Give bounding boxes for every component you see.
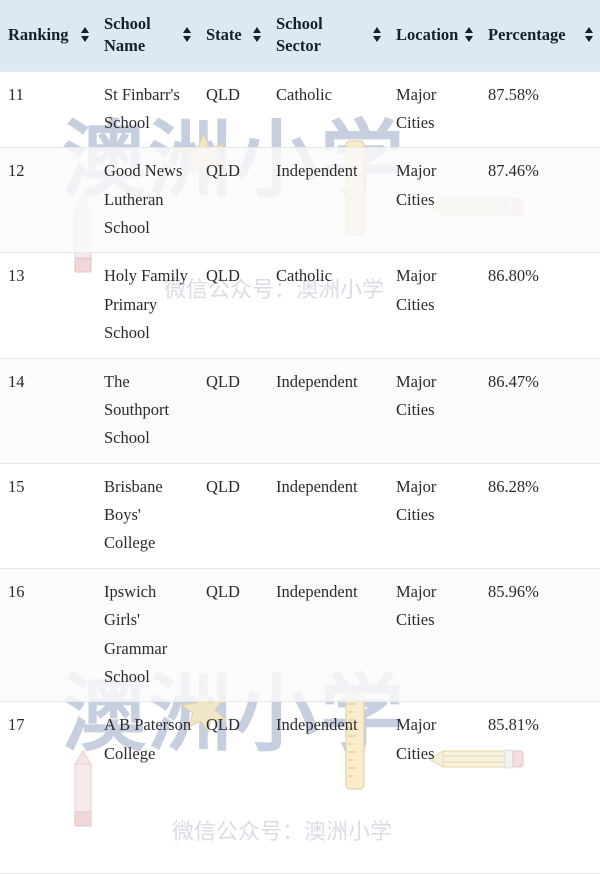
column-header-location-label: Location <box>396 25 459 45</box>
cell-ranking: 13 <box>0 252 96 358</box>
cell-school-name: Brisbane Boys' College <box>96 462 198 569</box>
column-header-percentage[interactable]: Percentage <box>480 0 600 71</box>
table-header-row: Ranking School Name State School Sector … <box>0 0 600 71</box>
cell-location: Major Cities <box>388 147 480 253</box>
cell-school-sector: Independent <box>268 701 388 778</box>
cell-location: Major Cities <box>388 462 480 569</box>
cell-ranking: 16 <box>0 567 96 702</box>
cell-state: QLD <box>198 147 268 253</box>
cell-percentage: 87.46% <box>480 147 600 253</box>
watermark-tagline-lower: 微信公众号：澳洲小学 <box>172 822 392 844</box>
cell-location: Major Cities <box>388 252 480 358</box>
cell-location: Major Cities <box>388 567 480 702</box>
column-header-ranking-label: Ranking <box>8 25 69 45</box>
cell-ranking: 15 <box>0 462 96 569</box>
table-row[interactable]: 16 Ipswich Girls' Grammar School QLD Indepe… <box>0 567 600 702</box>
sort-updown-icon[interactable] <box>465 26 474 43</box>
cell-state: QLD <box>198 357 268 464</box>
cell-school-sector: Independent <box>268 357 388 464</box>
table-row[interactable]: 15 Brisbane Boys' College QLD Independent Ma… <box>0 462 600 569</box>
sort-updown-icon[interactable] <box>183 26 192 43</box>
table-body: 11 St Finbarr's School QLD Catholic Major Ci… <box>0 70 600 778</box>
cell-percentage: 86.80% <box>480 252 600 358</box>
table-row[interactable]: 17 A B Paterson College QLD Independent Majo… <box>0 701 600 778</box>
cell-location: Major Cities <box>388 357 480 464</box>
column-header-state-label: State <box>206 25 242 45</box>
column-header-school-sector-label: School Sector <box>276 14 323 55</box>
sort-updown-icon[interactable] <box>585 26 594 43</box>
cell-school-name: A B Paterson College <box>96 701 198 778</box>
sort-updown-icon[interactable] <box>253 26 262 43</box>
cell-school-name: Good News Lutheran School <box>96 147 198 253</box>
cell-percentage: 86.47% <box>480 357 600 464</box>
cell-percentage: 85.81% <box>480 701 600 778</box>
table-header: Ranking School Name State School Sector … <box>0 0 600 71</box>
cell-percentage: 87.58% <box>480 70 600 148</box>
cell-percentage: 86.28% <box>480 462 600 569</box>
cell-location: Major Cities <box>388 701 480 778</box>
sort-updown-icon[interactable] <box>373 26 382 43</box>
cell-state: QLD <box>198 252 268 358</box>
table-row[interactable]: 12 Good News Lutheran School QLD Independen… <box>0 147 600 253</box>
cell-school-sector: Catholic <box>268 70 388 148</box>
cell-ranking: 14 <box>0 357 96 464</box>
table-row[interactable]: 11 St Finbarr's School QLD Catholic Major Ci… <box>0 70 600 148</box>
cell-ranking: 17 <box>0 701 96 778</box>
watermark-tagline-text-2: 微信公众号：澳洲小学 <box>172 820 393 845</box>
column-header-ranking[interactable]: Ranking <box>0 0 96 71</box>
school-ranking-table: Ranking School Name State School Sector … <box>0 0 600 778</box>
cell-school-name: St Finbarr's School <box>96 70 198 148</box>
column-header-school-name-label: School Name <box>104 14 151 55</box>
cell-school-name: The Southport School <box>96 357 198 464</box>
column-header-percentage-label: Percentage <box>488 25 566 45</box>
cell-percentage: 85.96% <box>480 567 600 702</box>
cell-state: QLD <box>198 567 268 702</box>
column-header-school-sector[interactable]: School Sector <box>268 0 388 71</box>
cell-state: QLD <box>198 70 268 148</box>
cell-state: QLD <box>198 701 268 778</box>
school-ranking-table-page: 澳洲小学 <box>0 0 600 874</box>
cell-school-sector: Independent <box>268 462 388 569</box>
cell-ranking: 12 <box>0 147 96 253</box>
table-row[interactable]: 14 The Southport School QLD Independent Majo… <box>0 357 600 464</box>
sort-updown-icon[interactable] <box>81 26 90 43</box>
cell-school-sector: Independent <box>268 147 388 253</box>
column-header-location[interactable]: Location <box>388 0 480 71</box>
table-row[interactable]: 13 Holy Family Primary School QLD Catholic M… <box>0 252 600 358</box>
cell-school-name: Ipswich Girls' Grammar School <box>96 567 198 702</box>
column-header-state[interactable]: State <box>198 0 268 71</box>
cell-state: QLD <box>198 462 268 569</box>
cell-location: Major Cities <box>388 70 480 148</box>
cell-school-sector: Independent <box>268 567 388 702</box>
column-header-school-name[interactable]: School Name <box>96 0 198 71</box>
cell-school-name: Holy Family Primary School <box>96 252 198 358</box>
cell-school-sector: Catholic <box>268 252 388 358</box>
cell-ranking: 11 <box>0 70 96 148</box>
